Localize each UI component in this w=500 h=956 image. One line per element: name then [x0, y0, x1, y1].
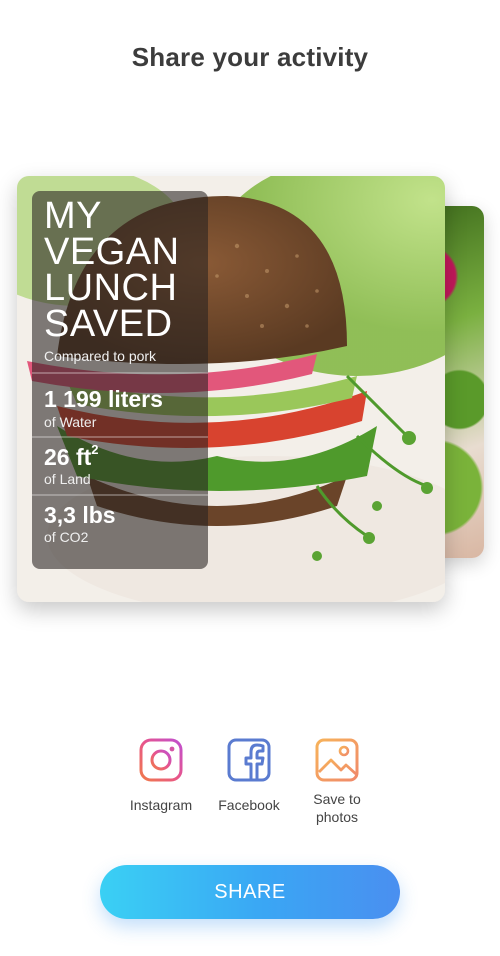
- save-to-photos-icon[interactable]: [315, 738, 359, 782]
- co2-stat-value: 3,3 lbs: [44, 502, 116, 528]
- stats-divider: [32, 436, 208, 438]
- share-screen: Share your activity MY VEGAN LUNCH SAVED…: [0, 0, 500, 956]
- share-card[interactable]: MY VEGAN LUNCH SAVED Compared to pork 1 …: [17, 176, 445, 602]
- hero-text: MY VEGAN LUNCH SAVED: [44, 195, 180, 345]
- share-option-label: Save to photos: [313, 791, 361, 825]
- facebook-icon[interactable]: [227, 738, 271, 782]
- share-option-save-to-photos[interactable]: Save to photos: [282, 738, 392, 826]
- water-stat-value: 1 199 liters: [44, 386, 163, 412]
- co2-stat-label: of CO2: [44, 529, 89, 545]
- share-button[interactable]: SHARE: [100, 865, 400, 919]
- land-stat-value: 26 ft2: [44, 442, 99, 470]
- stats-divider: [32, 494, 208, 496]
- stats-divider: [32, 372, 208, 374]
- instagram-icon[interactable]: [139, 738, 183, 782]
- page-title: Share your activity: [131, 42, 369, 72]
- water-stat-label: of Water: [44, 414, 97, 430]
- comparison-label: Compared to pork: [44, 348, 157, 364]
- land-stat-label: of Land: [44, 471, 91, 487]
